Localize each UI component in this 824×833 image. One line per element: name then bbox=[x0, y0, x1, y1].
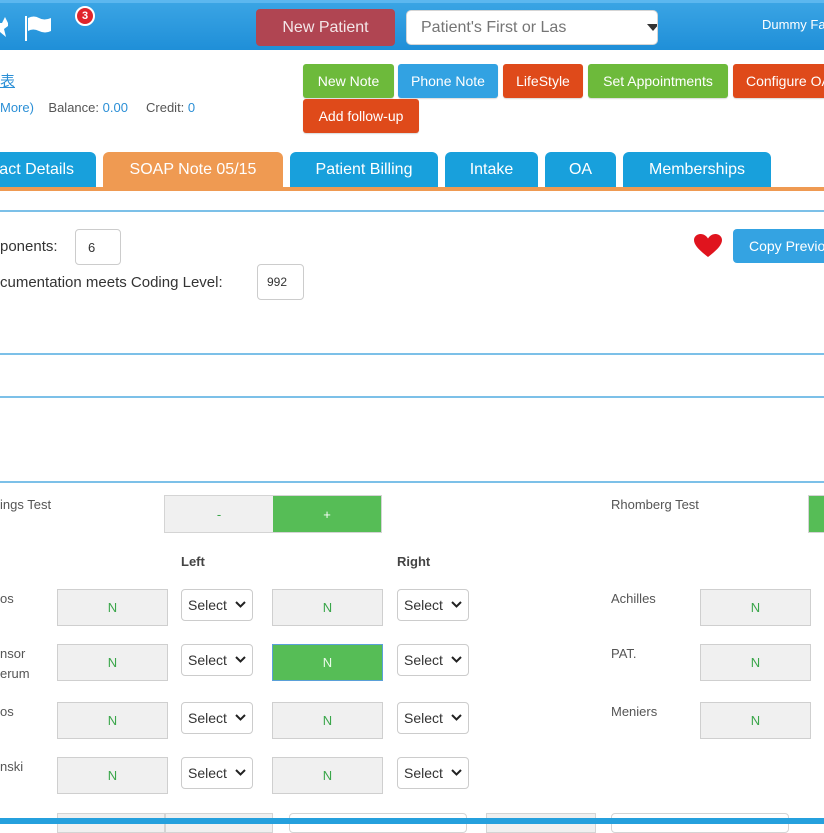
right-reflex-toggle[interactable]: N bbox=[272, 644, 383, 681]
section-divider bbox=[0, 481, 824, 483]
chevron-down-icon bbox=[451, 769, 462, 776]
credit-value: 0 bbox=[187, 100, 196, 115]
meniers-toggle[interactable]: N bbox=[700, 702, 811, 739]
tab-oa[interactable]: OA bbox=[545, 152, 616, 188]
section-divider bbox=[0, 210, 824, 212]
more-link[interactable]: More) bbox=[0, 100, 34, 115]
left-grade-select[interactable]: Select bbox=[181, 589, 253, 621]
components-label: ponents: bbox=[0, 238, 58, 255]
pat-toggle[interactable]: N bbox=[700, 644, 811, 681]
select-value: Select bbox=[188, 765, 227, 781]
select-value: Select bbox=[404, 710, 443, 726]
user-menu[interactable]: Dummy Fa bbox=[762, 17, 824, 32]
chevron-down-icon bbox=[451, 601, 462, 608]
rhomberg-test-label: Rhomberg Test bbox=[611, 497, 699, 512]
balance-value: 0.00 bbox=[102, 100, 128, 115]
left-grade-select[interactable]: Select bbox=[181, 644, 253, 676]
left-column-header: Left bbox=[181, 554, 205, 569]
chevron-down-icon bbox=[451, 714, 462, 721]
tab-intake[interactable]: Intake bbox=[445, 152, 538, 188]
left-grade-select[interactable]: Select bbox=[181, 702, 253, 734]
phone-note-button[interactable]: Phone Note bbox=[398, 64, 498, 98]
patient-summary: More) Balance: 0.00 Credit: 0 bbox=[0, 100, 195, 115]
right-grade-select[interactable]: Select bbox=[397, 702, 469, 734]
configure-oa-button[interactable]: Configure OA bbox=[733, 64, 824, 98]
left-reflex-toggle[interactable]: N bbox=[57, 702, 168, 739]
coding-level-input[interactable] bbox=[257, 264, 304, 300]
components-input[interactable] bbox=[75, 229, 121, 265]
select-value: Select bbox=[188, 710, 227, 726]
pat-label: PAT. bbox=[611, 646, 637, 661]
search-filter-dropdown[interactable] bbox=[628, 11, 657, 44]
tab-memberships[interactable]: Memberships bbox=[623, 152, 771, 188]
reflex-row-label: nsor erum bbox=[0, 646, 30, 681]
right-reflex-toggle[interactable]: N bbox=[272, 702, 383, 739]
chevron-down-icon bbox=[451, 656, 462, 663]
right-reflex-toggle[interactable]: N bbox=[272, 757, 383, 794]
reflex-row-label: os bbox=[0, 591, 14, 606]
toggle-plus[interactable]: + bbox=[273, 496, 381, 532]
left-grade-select[interactable]: Select bbox=[181, 757, 253, 789]
chevron-down-icon bbox=[235, 656, 246, 663]
patient-name-link[interactable]: 表 bbox=[0, 70, 15, 91]
new-note-button[interactable]: New Note bbox=[303, 64, 394, 98]
patient-search-input[interactable] bbox=[407, 11, 628, 44]
reflex-row-label: nski bbox=[0, 759, 24, 774]
credit-label: Credit: bbox=[146, 100, 185, 115]
meniers-label: Meniers bbox=[611, 704, 658, 719]
achilles-toggle[interactable]: N bbox=[700, 589, 811, 626]
achilles-label: Achilles bbox=[611, 591, 656, 606]
caret-down-icon bbox=[647, 23, 657, 31]
rhomberg-test-toggle[interactable] bbox=[808, 495, 824, 533]
section-divider bbox=[0, 353, 824, 355]
right-grade-select[interactable]: Select bbox=[397, 589, 469, 621]
notification-badge[interactable]: 3 bbox=[75, 6, 95, 26]
left-reflex-toggle[interactable]: N bbox=[57, 589, 168, 626]
add-follow-up-button[interactable]: Add follow-up bbox=[303, 99, 419, 133]
left-reflex-toggle[interactable]: N bbox=[57, 757, 168, 794]
chevron-down-icon bbox=[235, 769, 246, 776]
right-reflex-toggle[interactable]: N bbox=[272, 589, 383, 626]
tab-contact-details[interactable]: act Details bbox=[0, 152, 96, 188]
section-divider bbox=[0, 396, 824, 398]
hastings-test-label: ings Test bbox=[0, 497, 52, 512]
heart-icon[interactable] bbox=[694, 234, 722, 258]
set-appointments-button[interactable]: Set Appointments bbox=[588, 64, 728, 98]
coding-level-label: cumentation meets Coding Level: bbox=[0, 274, 223, 291]
select-value: Select bbox=[404, 652, 443, 668]
bottom-edge-bar bbox=[0, 818, 824, 824]
select-value: Select bbox=[188, 652, 227, 668]
reflex-row-label: os bbox=[0, 704, 14, 719]
tab-soap-note[interactable]: SOAP Note 05/15 bbox=[103, 152, 283, 188]
right-column-header: Right bbox=[397, 554, 431, 569]
top-navbar: 3 New Patient Dummy Fa bbox=[0, 0, 824, 50]
copy-previous-button[interactable]: Copy Previo bbox=[733, 229, 824, 263]
toggle-minus[interactable]: - bbox=[165, 496, 273, 532]
hastings-test-toggle: - + bbox=[164, 495, 382, 533]
select-value: Select bbox=[404, 765, 443, 781]
star-icon[interactable] bbox=[0, 17, 8, 37]
right-grade-select[interactable]: Select bbox=[397, 757, 469, 789]
tab-patient-billing[interactable]: Patient Billing bbox=[290, 152, 438, 188]
chevron-down-icon bbox=[235, 714, 246, 721]
patient-tabs: act Details SOAP Note 05/15 Patient Bill… bbox=[0, 152, 824, 189]
select-value: Select bbox=[404, 597, 443, 613]
chevron-down-icon bbox=[235, 601, 246, 608]
tab-underline bbox=[0, 187, 824, 191]
flag-icon[interactable] bbox=[24, 15, 52, 41]
lifestyle-button[interactable]: LifeStyle bbox=[503, 64, 583, 98]
balance-label: Balance: bbox=[48, 100, 99, 115]
left-reflex-toggle[interactable]: N bbox=[57, 644, 168, 681]
right-grade-select[interactable]: Select bbox=[397, 644, 469, 676]
patient-search bbox=[406, 10, 658, 45]
new-patient-button[interactable]: New Patient bbox=[256, 9, 395, 46]
select-value: Select bbox=[188, 597, 227, 613]
